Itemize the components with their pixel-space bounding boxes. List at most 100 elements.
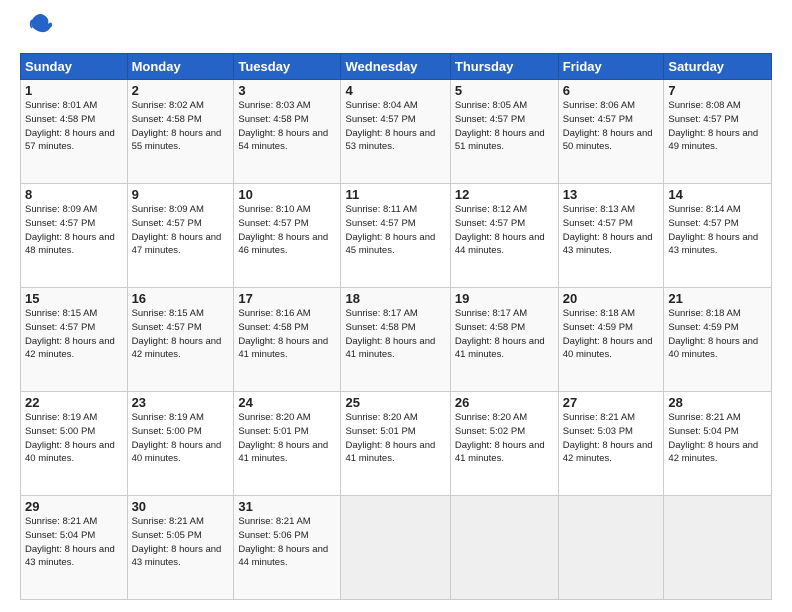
day-cell: 16Sunrise: 8:15 AMSunset: 4:57 PMDayligh… [127, 288, 234, 392]
day-number: 13 [563, 187, 660, 202]
day-number: 16 [132, 291, 230, 306]
day-cell: 10Sunrise: 8:10 AMSunset: 4:57 PMDayligh… [234, 184, 341, 288]
day-info: Sunrise: 8:03 AMSunset: 4:58 PMDaylight:… [238, 99, 336, 154]
header-day-friday: Friday [558, 54, 664, 80]
day-cell: 20Sunrise: 8:18 AMSunset: 4:59 PMDayligh… [558, 288, 664, 392]
day-cell: 1Sunrise: 8:01 AMSunset: 4:58 PMDaylight… [21, 80, 128, 184]
day-number: 30 [132, 499, 230, 514]
day-info: Sunrise: 8:21 AMSunset: 5:03 PMDaylight:… [563, 411, 660, 466]
day-number: 25 [345, 395, 445, 410]
day-cell: 28Sunrise: 8:21 AMSunset: 5:04 PMDayligh… [664, 392, 772, 496]
day-cell: 8Sunrise: 8:09 AMSunset: 4:57 PMDaylight… [21, 184, 128, 288]
day-info: Sunrise: 8:18 AMSunset: 4:59 PMDaylight:… [563, 307, 660, 362]
day-number: 24 [238, 395, 336, 410]
day-number: 12 [455, 187, 554, 202]
day-cell [341, 496, 450, 600]
day-info: Sunrise: 8:21 AMSunset: 5:04 PMDaylight:… [25, 515, 123, 570]
day-info: Sunrise: 8:01 AMSunset: 4:58 PMDaylight:… [25, 99, 123, 154]
day-cell: 12Sunrise: 8:12 AMSunset: 4:57 PMDayligh… [450, 184, 558, 288]
day-number: 4 [345, 83, 445, 98]
day-info: Sunrise: 8:21 AMSunset: 5:04 PMDaylight:… [668, 411, 767, 466]
day-info: Sunrise: 8:14 AMSunset: 4:57 PMDaylight:… [668, 203, 767, 258]
day-info: Sunrise: 8:18 AMSunset: 4:59 PMDaylight:… [668, 307, 767, 362]
day-cell: 6Sunrise: 8:06 AMSunset: 4:57 PMDaylight… [558, 80, 664, 184]
day-cell: 14Sunrise: 8:14 AMSunset: 4:57 PMDayligh… [664, 184, 772, 288]
week-row-4: 22Sunrise: 8:19 AMSunset: 5:00 PMDayligh… [21, 392, 772, 496]
logo [20, 18, 54, 43]
day-info: Sunrise: 8:08 AMSunset: 4:57 PMDaylight:… [668, 99, 767, 154]
day-cell: 11Sunrise: 8:11 AMSunset: 4:57 PMDayligh… [341, 184, 450, 288]
day-number: 29 [25, 499, 123, 514]
day-number: 22 [25, 395, 123, 410]
day-cell: 13Sunrise: 8:13 AMSunset: 4:57 PMDayligh… [558, 184, 664, 288]
day-info: Sunrise: 8:13 AMSunset: 4:57 PMDaylight:… [563, 203, 660, 258]
day-number: 23 [132, 395, 230, 410]
day-number: 21 [668, 291, 767, 306]
day-cell: 27Sunrise: 8:21 AMSunset: 5:03 PMDayligh… [558, 392, 664, 496]
day-info: Sunrise: 8:17 AMSunset: 4:58 PMDaylight:… [455, 307, 554, 362]
header-day-thursday: Thursday [450, 54, 558, 80]
day-number: 10 [238, 187, 336, 202]
header-row: SundayMondayTuesdayWednesdayThursdayFrid… [21, 54, 772, 80]
day-cell: 23Sunrise: 8:19 AMSunset: 5:00 PMDayligh… [127, 392, 234, 496]
day-number: 27 [563, 395, 660, 410]
day-number: 1 [25, 83, 123, 98]
day-number: 2 [132, 83, 230, 98]
day-cell: 9Sunrise: 8:09 AMSunset: 4:57 PMDaylight… [127, 184, 234, 288]
day-cell [664, 496, 772, 600]
day-info: Sunrise: 8:21 AMSunset: 5:06 PMDaylight:… [238, 515, 336, 570]
day-info: Sunrise: 8:15 AMSunset: 4:57 PMDaylight:… [132, 307, 230, 362]
day-cell: 26Sunrise: 8:20 AMSunset: 5:02 PMDayligh… [450, 392, 558, 496]
day-cell: 17Sunrise: 8:16 AMSunset: 4:58 PMDayligh… [234, 288, 341, 392]
day-cell: 7Sunrise: 8:08 AMSunset: 4:57 PMDaylight… [664, 80, 772, 184]
day-number: 26 [455, 395, 554, 410]
day-number: 3 [238, 83, 336, 98]
day-cell: 5Sunrise: 8:05 AMSunset: 4:57 PMDaylight… [450, 80, 558, 184]
header [20, 18, 772, 43]
day-cell: 21Sunrise: 8:18 AMSunset: 4:59 PMDayligh… [664, 288, 772, 392]
day-cell: 19Sunrise: 8:17 AMSunset: 4:58 PMDayligh… [450, 288, 558, 392]
calendar-table: SundayMondayTuesdayWednesdayThursdayFrid… [20, 53, 772, 600]
day-number: 17 [238, 291, 336, 306]
day-number: 20 [563, 291, 660, 306]
day-info: Sunrise: 8:20 AMSunset: 5:01 PMDaylight:… [238, 411, 336, 466]
day-info: Sunrise: 8:15 AMSunset: 4:57 PMDaylight:… [25, 307, 123, 362]
week-row-3: 15Sunrise: 8:15 AMSunset: 4:57 PMDayligh… [21, 288, 772, 392]
day-info: Sunrise: 8:19 AMSunset: 5:00 PMDaylight:… [25, 411, 123, 466]
day-info: Sunrise: 8:09 AMSunset: 4:57 PMDaylight:… [132, 203, 230, 258]
day-info: Sunrise: 8:06 AMSunset: 4:57 PMDaylight:… [563, 99, 660, 154]
day-number: 5 [455, 83, 554, 98]
header-day-sunday: Sunday [21, 54, 128, 80]
day-cell: 2Sunrise: 8:02 AMSunset: 4:58 PMDaylight… [127, 80, 234, 184]
day-number: 15 [25, 291, 123, 306]
day-number: 31 [238, 499, 336, 514]
day-cell: 29Sunrise: 8:21 AMSunset: 5:04 PMDayligh… [21, 496, 128, 600]
header-day-tuesday: Tuesday [234, 54, 341, 80]
day-cell: 24Sunrise: 8:20 AMSunset: 5:01 PMDayligh… [234, 392, 341, 496]
day-number: 19 [455, 291, 554, 306]
day-cell: 25Sunrise: 8:20 AMSunset: 5:01 PMDayligh… [341, 392, 450, 496]
day-number: 6 [563, 83, 660, 98]
day-cell: 15Sunrise: 8:15 AMSunset: 4:57 PMDayligh… [21, 288, 128, 392]
week-row-5: 29Sunrise: 8:21 AMSunset: 5:04 PMDayligh… [21, 496, 772, 600]
day-info: Sunrise: 8:04 AMSunset: 4:57 PMDaylight:… [345, 99, 445, 154]
day-cell: 31Sunrise: 8:21 AMSunset: 5:06 PMDayligh… [234, 496, 341, 600]
day-number: 9 [132, 187, 230, 202]
day-info: Sunrise: 8:05 AMSunset: 4:57 PMDaylight:… [455, 99, 554, 154]
day-cell: 30Sunrise: 8:21 AMSunset: 5:05 PMDayligh… [127, 496, 234, 600]
day-info: Sunrise: 8:20 AMSunset: 5:02 PMDaylight:… [455, 411, 554, 466]
day-cell: 4Sunrise: 8:04 AMSunset: 4:57 PMDaylight… [341, 80, 450, 184]
header-day-monday: Monday [127, 54, 234, 80]
day-cell: 3Sunrise: 8:03 AMSunset: 4:58 PMDaylight… [234, 80, 341, 184]
day-info: Sunrise: 8:21 AMSunset: 5:05 PMDaylight:… [132, 515, 230, 570]
day-info: Sunrise: 8:10 AMSunset: 4:57 PMDaylight:… [238, 203, 336, 258]
day-number: 14 [668, 187, 767, 202]
day-info: Sunrise: 8:12 AMSunset: 4:57 PMDaylight:… [455, 203, 554, 258]
day-info: Sunrise: 8:17 AMSunset: 4:58 PMDaylight:… [345, 307, 445, 362]
week-row-2: 8Sunrise: 8:09 AMSunset: 4:57 PMDaylight… [21, 184, 772, 288]
week-row-1: 1Sunrise: 8:01 AMSunset: 4:58 PMDaylight… [21, 80, 772, 184]
header-day-saturday: Saturday [664, 54, 772, 80]
day-number: 7 [668, 83, 767, 98]
day-info: Sunrise: 8:19 AMSunset: 5:00 PMDaylight:… [132, 411, 230, 466]
day-info: Sunrise: 8:20 AMSunset: 5:01 PMDaylight:… [345, 411, 445, 466]
